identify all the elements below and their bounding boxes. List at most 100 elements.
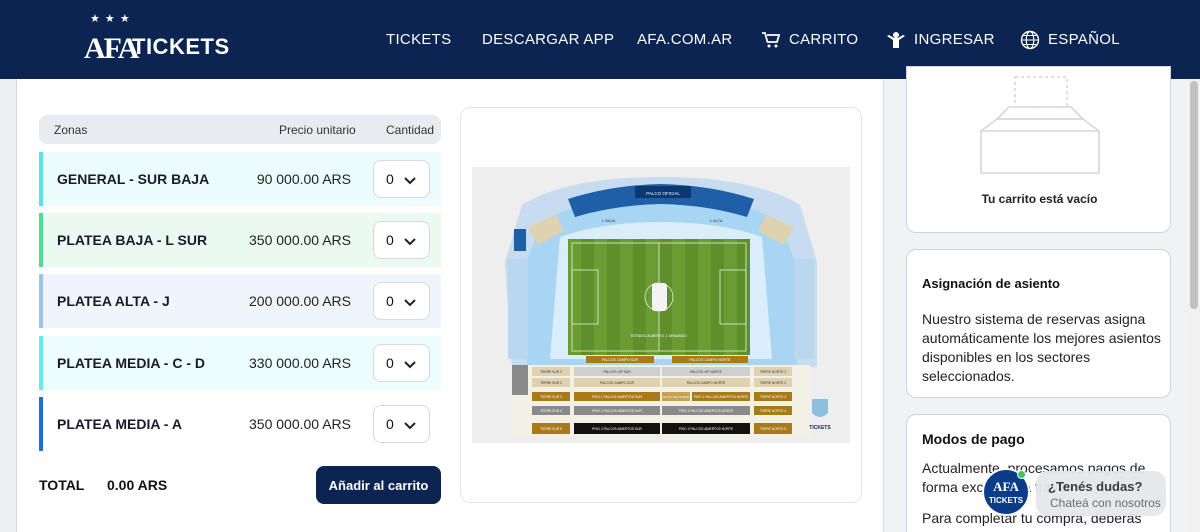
payment-title: Modos de pago	[922, 431, 1025, 447]
add-to-cart-button[interactable]: Añadir al carrito	[316, 466, 441, 504]
zone-name: PLATEA BAJA - L SUR	[57, 232, 208, 248]
right-side-block[interactable]	[794, 259, 814, 359]
chevron-down-icon	[404, 299, 416, 307]
nav-language[interactable]: ESPAÑOL	[1020, 30, 1120, 50]
chat-badge-afa: AFA	[993, 479, 1019, 494]
row2-campo-norte-label: PALCOS CAMPO NORTE	[687, 381, 726, 385]
zone-row: PLATEA MEDIA - A 350 000.00 ARS 0	[39, 397, 441, 451]
quantity-select[interactable]: 0	[373, 344, 430, 382]
quantity-select[interactable]: 0	[373, 405, 430, 443]
chat-title: ¿Tenés dudas?	[1048, 479, 1143, 494]
left-side-block[interactable]	[508, 259, 528, 359]
palco-oficial-label: PALCO OFICIAL	[646, 191, 680, 196]
seat-assignment-title: Asignación de asiento	[922, 276, 1060, 291]
row1-vip-sur-label: PALCOS VIP SUR	[603, 370, 631, 374]
cart-card: Tu carrito está vacío	[906, 66, 1171, 233]
total-label: TOTAL	[39, 477, 85, 493]
chat-prompt-bubble[interactable]: ¿Tenés dudas? Chateá con nosotros	[1036, 471, 1166, 516]
row5-terre-sur-label: TERRE SUR 5	[540, 427, 562, 431]
row2-campo-sur-label: PALCOS CAMPO SUR	[600, 381, 635, 385]
row5-piso3-norte-label: PISO 3 PALCOS ABIERTOS NORTE	[679, 427, 734, 431]
row5-piso3-sur-label: PISO 3 PALCOS ABIERTOS SUR	[592, 427, 642, 431]
total-value: 0.00 ARS	[107, 477, 168, 493]
row2-terre-sur-label: TERRE SUR 2	[540, 381, 562, 385]
logo-afa: AFA	[84, 32, 139, 65]
left-blue-block[interactable]	[514, 229, 526, 251]
stadium-map-svg: PALCO OFICIAL ESTADIO ALBERTO J. ARMANDO…	[505, 177, 831, 437]
empty-box-icon	[980, 76, 1100, 174]
pitch-label: ESTADIO ALBERTO J. ARMANDO	[631, 334, 687, 338]
ticket-selection-panel: Zonas Precio unitario Cantidad GENERAL -…	[16, 79, 884, 532]
chevron-down-icon	[404, 361, 416, 369]
online-status-dot	[1017, 470, 1026, 479]
nav-cart[interactable]: CARRITO	[761, 31, 858, 49]
scrollbar-thumb[interactable]	[1190, 81, 1198, 309]
col-quantity: Cantidad	[386, 123, 435, 137]
zone-row: PLATEA MEDIA - C - D 330 000.00 ARS 0	[39, 336, 441, 390]
left-gray-block[interactable]	[512, 365, 528, 395]
row3-honor-label: PALCO DE HONOR	[663, 395, 691, 399]
center-logo-bg	[652, 283, 667, 311]
row1-terre-norte-label: TERRE NORTE 1	[760, 370, 786, 374]
nav-login[interactable]: INGRESAR	[886, 31, 995, 49]
map-brand-label: TICKETS	[809, 425, 831, 431]
seat-assignment-card: Asignación de asiento Nuestro sistema de…	[906, 249, 1171, 398]
nav-download-app[interactable]: DESCARGAR APP	[482, 31, 614, 48]
stadium-map[interactable]: PALCO OFICIAL ESTADIO ALBERTO J. ARMANDO…	[472, 167, 850, 443]
stadium-map-card: PALCO OFICIAL ESTADIO ALBERTO J. ARMANDO…	[460, 107, 862, 503]
nav-tickets-label: TICKETS	[386, 31, 452, 48]
cart-icon	[762, 31, 781, 47]
cart-empty-text: Tu carrito está vacío	[981, 192, 1098, 206]
afa-tickets-logo[interactable]: ★ ★ ★ AFA TICKETS	[84, 12, 229, 65]
zone-price: 350 000.00 ARS	[249, 232, 351, 248]
zone-price: 200 000.00 ARS	[249, 293, 351, 309]
row1-vip-norte-label: PALCOS VIP NORTE	[690, 370, 722, 374]
row3-piso1-norte-label: PISO 1 PALCOS ABIERTOS NORTE	[694, 395, 749, 399]
row1-terre-sur-label: TERRE SUR 1	[540, 370, 562, 374]
zone-name: PLATEA MEDIA - A	[57, 416, 182, 432]
nav-tickets[interactable]: TICKETS	[386, 31, 451, 48]
nav-download-app-label: DESCARGAR APP	[482, 31, 615, 48]
nav-afa-site[interactable]: AFA.COM.AR	[637, 31, 733, 48]
row4-piso2-norte-label: PISO 2 PALCOS ABIERTOS NORTE	[679, 409, 734, 413]
zone-price: 330 000.00 ARS	[249, 355, 351, 371]
zones-table-header: Zonas Precio unitario Cantidad	[39, 115, 441, 144]
quantity-select[interactable]: 0	[373, 282, 430, 320]
chat-badge-tickets: TICKETS	[988, 496, 1024, 505]
globe-icon	[1020, 30, 1040, 49]
chevron-down-icon	[404, 177, 416, 185]
chat-subtitle: Chateá con nosotros	[1050, 496, 1161, 510]
zone-price: 90 000.00 ARS	[256, 171, 351, 187]
row4-terre-sur-label: TERRE SUR 4	[540, 409, 562, 413]
nav-cart-label: CARRITO	[789, 31, 859, 48]
chevron-down-icon	[404, 422, 416, 430]
quantity-select[interactable]: 0	[373, 160, 430, 198]
zone-name: PLATEA ALTA - J	[57, 293, 170, 309]
zone-price: 350 000.00 ARS	[249, 416, 351, 432]
zone-row: PLATEA ALTA - J 200 000.00 ARS 0	[39, 274, 441, 328]
quantity-value: 0	[386, 293, 394, 309]
nav-login-label: INGRESAR	[914, 31, 995, 48]
side-label-l-alta: L ALTA	[710, 218, 723, 223]
zone-row: GENERAL - SUR BAJA 90 000.00 ARS 0	[39, 152, 441, 206]
afa-shield-icon	[812, 399, 828, 417]
row3-terre-norte-label: TERRE NORTE 3	[760, 395, 786, 399]
quantity-value: 0	[386, 171, 394, 187]
quantity-value: 0	[386, 355, 394, 371]
row3-terre-sur-label: TERRE SUR 3	[540, 395, 562, 399]
quantity-value: 0	[386, 232, 394, 248]
zone-name: PLATEA MEDIA - C - D	[57, 355, 206, 371]
logo-tickets-text: TICKETS	[132, 34, 230, 59]
zone-name: GENERAL - SUR BAJA	[57, 171, 210, 187]
user-login-icon	[887, 31, 905, 48]
logo-stars: ★ ★ ★	[90, 13, 131, 25]
col-zones: Zonas	[54, 123, 88, 137]
palcos-campo-norte-label: PALCOS CAMPO NORTE	[690, 358, 732, 362]
nav-language-label: ESPAÑOL	[1048, 31, 1120, 48]
quantity-select[interactable]: 0	[373, 221, 430, 259]
page-scrollbar[interactable]	[1188, 79, 1200, 532]
seat-assignment-body: Nuestro sistema de reservas asigna autom…	[922, 311, 1161, 384]
zone-row: PLATEA BAJA - L SUR 350 000.00 ARS 0	[39, 213, 441, 267]
quantity-value: 0	[386, 416, 394, 432]
palcos-campo-sur-label: PALCOS CAMPO SUR	[602, 358, 639, 362]
